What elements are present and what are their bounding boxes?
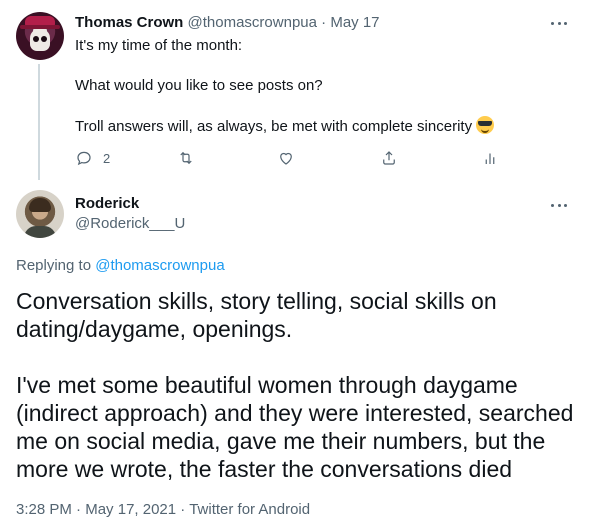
author-name[interactable]: Thomas Crown [75, 14, 183, 31]
thread-line [38, 64, 40, 180]
tweet-meta: 3:28 PM · May 17, 2021 · Twitter for And… [16, 500, 310, 520]
tweet-body-line: Conversation skills, story telling, soci… [16, 288, 497, 314]
tweet-text-content: Troll answers will, as always, be met wi… [75, 118, 473, 135]
shoulders-shape [24, 226, 56, 238]
share-icon [383, 151, 395, 165]
tweet-date[interactable]: May 17, 2021 [85, 501, 176, 518]
separator-dot: · [180, 501, 186, 518]
tweet-body-line: dating/daygame, openings. [16, 316, 293, 342]
paragraph-spacer [16, 343, 581, 371]
parent-tweet[interactable]: Thomas Crown @thomascrownpua · May 17 It… [0, 0, 589, 180]
skull-eye-right [41, 36, 47, 42]
reply-button[interactable]: 2 [75, 148, 110, 168]
replying-to-label: Replying to [16, 257, 92, 274]
author-handle[interactable]: @thomascrownpua [188, 14, 317, 31]
like-button[interactable] [277, 148, 295, 168]
analytics-icon [485, 153, 495, 164]
tweet-source[interactable]: Twitter for Android [189, 501, 310, 518]
more-options-icon[interactable] [551, 202, 567, 208]
tweet-body-line: me on social media, gave me their number… [16, 428, 546, 454]
more-options-icon[interactable] [551, 20, 567, 26]
tweet-text-line: It's my time of the month: [75, 37, 243, 54]
tweet-body-line: (indirect approach) and they were intere… [16, 400, 574, 426]
tweet-date[interactable]: May 17 [330, 14, 379, 31]
heart-icon [280, 152, 292, 165]
analytics-button[interactable] [481, 148, 499, 168]
separator-dot: · [76, 501, 82, 518]
tweet-body-line: I've met some beautiful women through da… [16, 372, 518, 398]
skull-eye-left [33, 36, 39, 42]
avatar[interactable] [16, 190, 64, 238]
tweet-time[interactable]: 3:28 PM [16, 501, 72, 518]
replying-to-link[interactable]: @thomascrownpua [95, 257, 224, 274]
retweet-icon [180, 151, 192, 165]
tweet-header: Thomas Crown @thomascrownpua · May 17 [75, 13, 380, 33]
tweet-text-line: What would you like to see posts on? [75, 77, 323, 94]
tweet-body: Conversation skills, story telling, soci… [16, 287, 581, 483]
tweet-body-line: more we wrote, the faster the conversati… [16, 456, 513, 482]
tweet-text-line: Troll answers will, as always, be met wi… [75, 116, 495, 137]
reply-count: 2 [103, 150, 111, 166]
separator-dot: · [321, 14, 327, 31]
tweet-actions: 2 [75, 148, 505, 168]
author-handle[interactable]: @Roderick___U [75, 214, 185, 234]
replying-to: Replying to @thomascrownpua [16, 256, 225, 276]
author-name[interactable]: Roderick [75, 194, 139, 214]
share-button[interactable] [380, 148, 398, 168]
retweet-button[interactable] [177, 148, 195, 168]
hair-shape [29, 198, 51, 212]
avatar[interactable] [16, 12, 64, 60]
sunglasses-emoji-icon [476, 116, 495, 134]
reply-icon [77, 151, 91, 166]
